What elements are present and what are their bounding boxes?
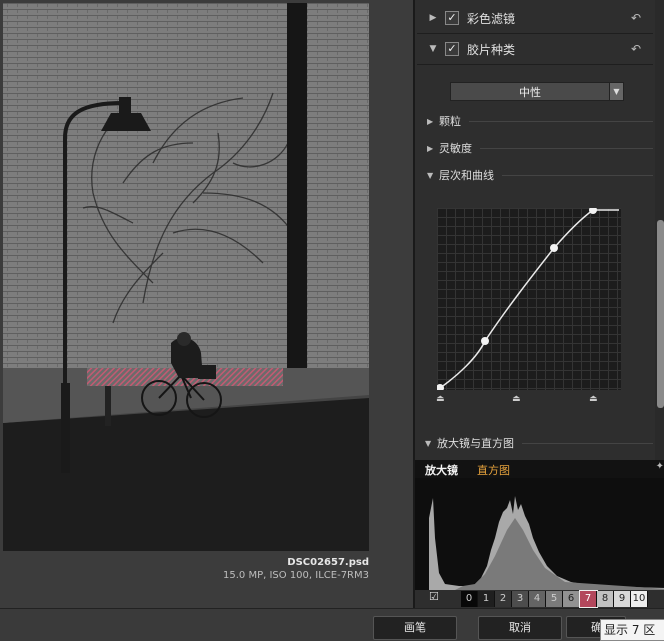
zone-selector: 0 1 2 3 4 5 6 7 8 9 10 (461, 590, 648, 608)
chevron-down-icon[interactable]: ▼ (609, 83, 623, 100)
zone-6[interactable]: 6 (563, 591, 580, 607)
file-name: DSC02657.psd (287, 557, 369, 568)
collapse-arrow-icon[interactable]: ▼ (427, 171, 439, 180)
tab-loupe[interactable]: 放大镜 (425, 462, 458, 478)
curve-point[interactable] (437, 384, 444, 390)
subsection-grain[interactable]: ▶ 颗粒 (427, 110, 653, 132)
file-meta: 15.0 MP, ISO 100, ILCE-7RM3 (223, 570, 369, 581)
subsection-label-grain: 颗粒 (439, 115, 461, 128)
divider (480, 147, 653, 149)
subsection-levels-curves[interactable]: ▼ 层次和曲线 (427, 164, 653, 186)
zone-7[interactable]: 7 (579, 590, 598, 608)
zone-2[interactable]: 2 (495, 591, 512, 607)
zone-5[interactable]: 5 (546, 591, 563, 607)
histogram-display (415, 478, 664, 590)
checkbox-film-type[interactable]: ✓ (445, 42, 459, 56)
expand-arrow-icon[interactable]: ▶ (427, 144, 439, 153)
checkbox-color-filter[interactable]: ✓ (445, 11, 459, 25)
section-loupe-histogram[interactable]: ▼ 放大镜与直方图 (417, 432, 653, 454)
control-panel: ▶ ✓ 彩色滤镜 ↶ ▼ ✓ 胶片种类 ↶ 中性 ▼ ▶ 颗粒 ▶ 灵敏度 ▼ … (413, 0, 664, 608)
black-point-handle-icon[interactable]: ⏏ (436, 394, 445, 404)
section-label-film-type: 胶片种类 (467, 42, 516, 57)
divider (522, 442, 653, 444)
zone-10[interactable]: 10 (631, 591, 648, 607)
histogram-tabs: 放大镜 直方图 ✦ (415, 460, 664, 478)
white-point-handle-icon[interactable]: ⏏ (589, 394, 598, 404)
bottom-bar: 画笔 取消 确 (0, 608, 664, 640)
image-canvas[interactable]: DSC02657.psd 15.0 MP, ISO 100, ILCE-7RM3 (0, 0, 413, 608)
zone-4[interactable]: 4 (529, 591, 546, 607)
collapse-arrow-icon[interactable]: ▼ (425, 439, 437, 448)
brush-button[interactable]: 画笔 (373, 616, 457, 640)
file-info: DSC02657.psd 15.0 MP, ISO 100, ILCE-7RM3 (223, 556, 369, 582)
tone-curve-editor[interactable] (437, 208, 621, 390)
expand-arrow-icon[interactable]: ▶ (425, 13, 441, 23)
zone-check-icon[interactable]: ☑ (429, 590, 439, 603)
zone-1[interactable]: 1 (478, 591, 495, 607)
collapse-arrow-icon[interactable]: ▼ (425, 44, 441, 54)
midpoint-handle-icon[interactable]: ⏏ (512, 394, 521, 404)
divider (502, 174, 653, 176)
scrollbar-thumb[interactable] (657, 220, 664, 408)
divider (417, 64, 653, 65)
reset-icon[interactable]: ↶ (631, 42, 641, 56)
curve-point[interactable] (481, 337, 489, 345)
section-label-loupe-histogram: 放大镜与直方图 (437, 437, 514, 450)
curve-point[interactable] (550, 244, 558, 252)
section-color-filter[interactable]: ▶ ✓ 彩色滤镜 ↶ (417, 3, 653, 33)
zone-9[interactable]: 9 (614, 591, 631, 607)
tab-histogram[interactable]: 直方图 (477, 462, 510, 478)
zone-8[interactable]: 8 (597, 591, 614, 607)
subsection-sensitivity[interactable]: ▶ 灵敏度 (427, 137, 653, 159)
film-preset-value: 中性 (519, 86, 541, 99)
expand-arrow-icon[interactable]: ▶ (427, 117, 439, 126)
subsection-label-levels-curves: 层次和曲线 (439, 169, 494, 182)
section-film-type[interactable]: ▼ ✓ 胶片种类 ↶ (417, 34, 653, 64)
zone-3[interactable]: 3 (512, 591, 529, 607)
zone-0[interactable]: 0 (461, 591, 478, 607)
reset-icon[interactable]: ↶ (631, 11, 641, 25)
subsection-label-sensitivity: 灵敏度 (439, 142, 472, 155)
film-preset-select[interactable]: 中性 ▼ (450, 82, 624, 101)
divider (469, 120, 653, 122)
pin-icon[interactable]: ✦ (656, 461, 664, 472)
zone-tooltip: 显示 7 区 (600, 619, 664, 641)
section-label-color-filter: 彩色滤镜 (467, 11, 516, 26)
cancel-button[interactable]: 取消 (478, 616, 562, 640)
photo-preview[interactable] (3, 3, 369, 551)
